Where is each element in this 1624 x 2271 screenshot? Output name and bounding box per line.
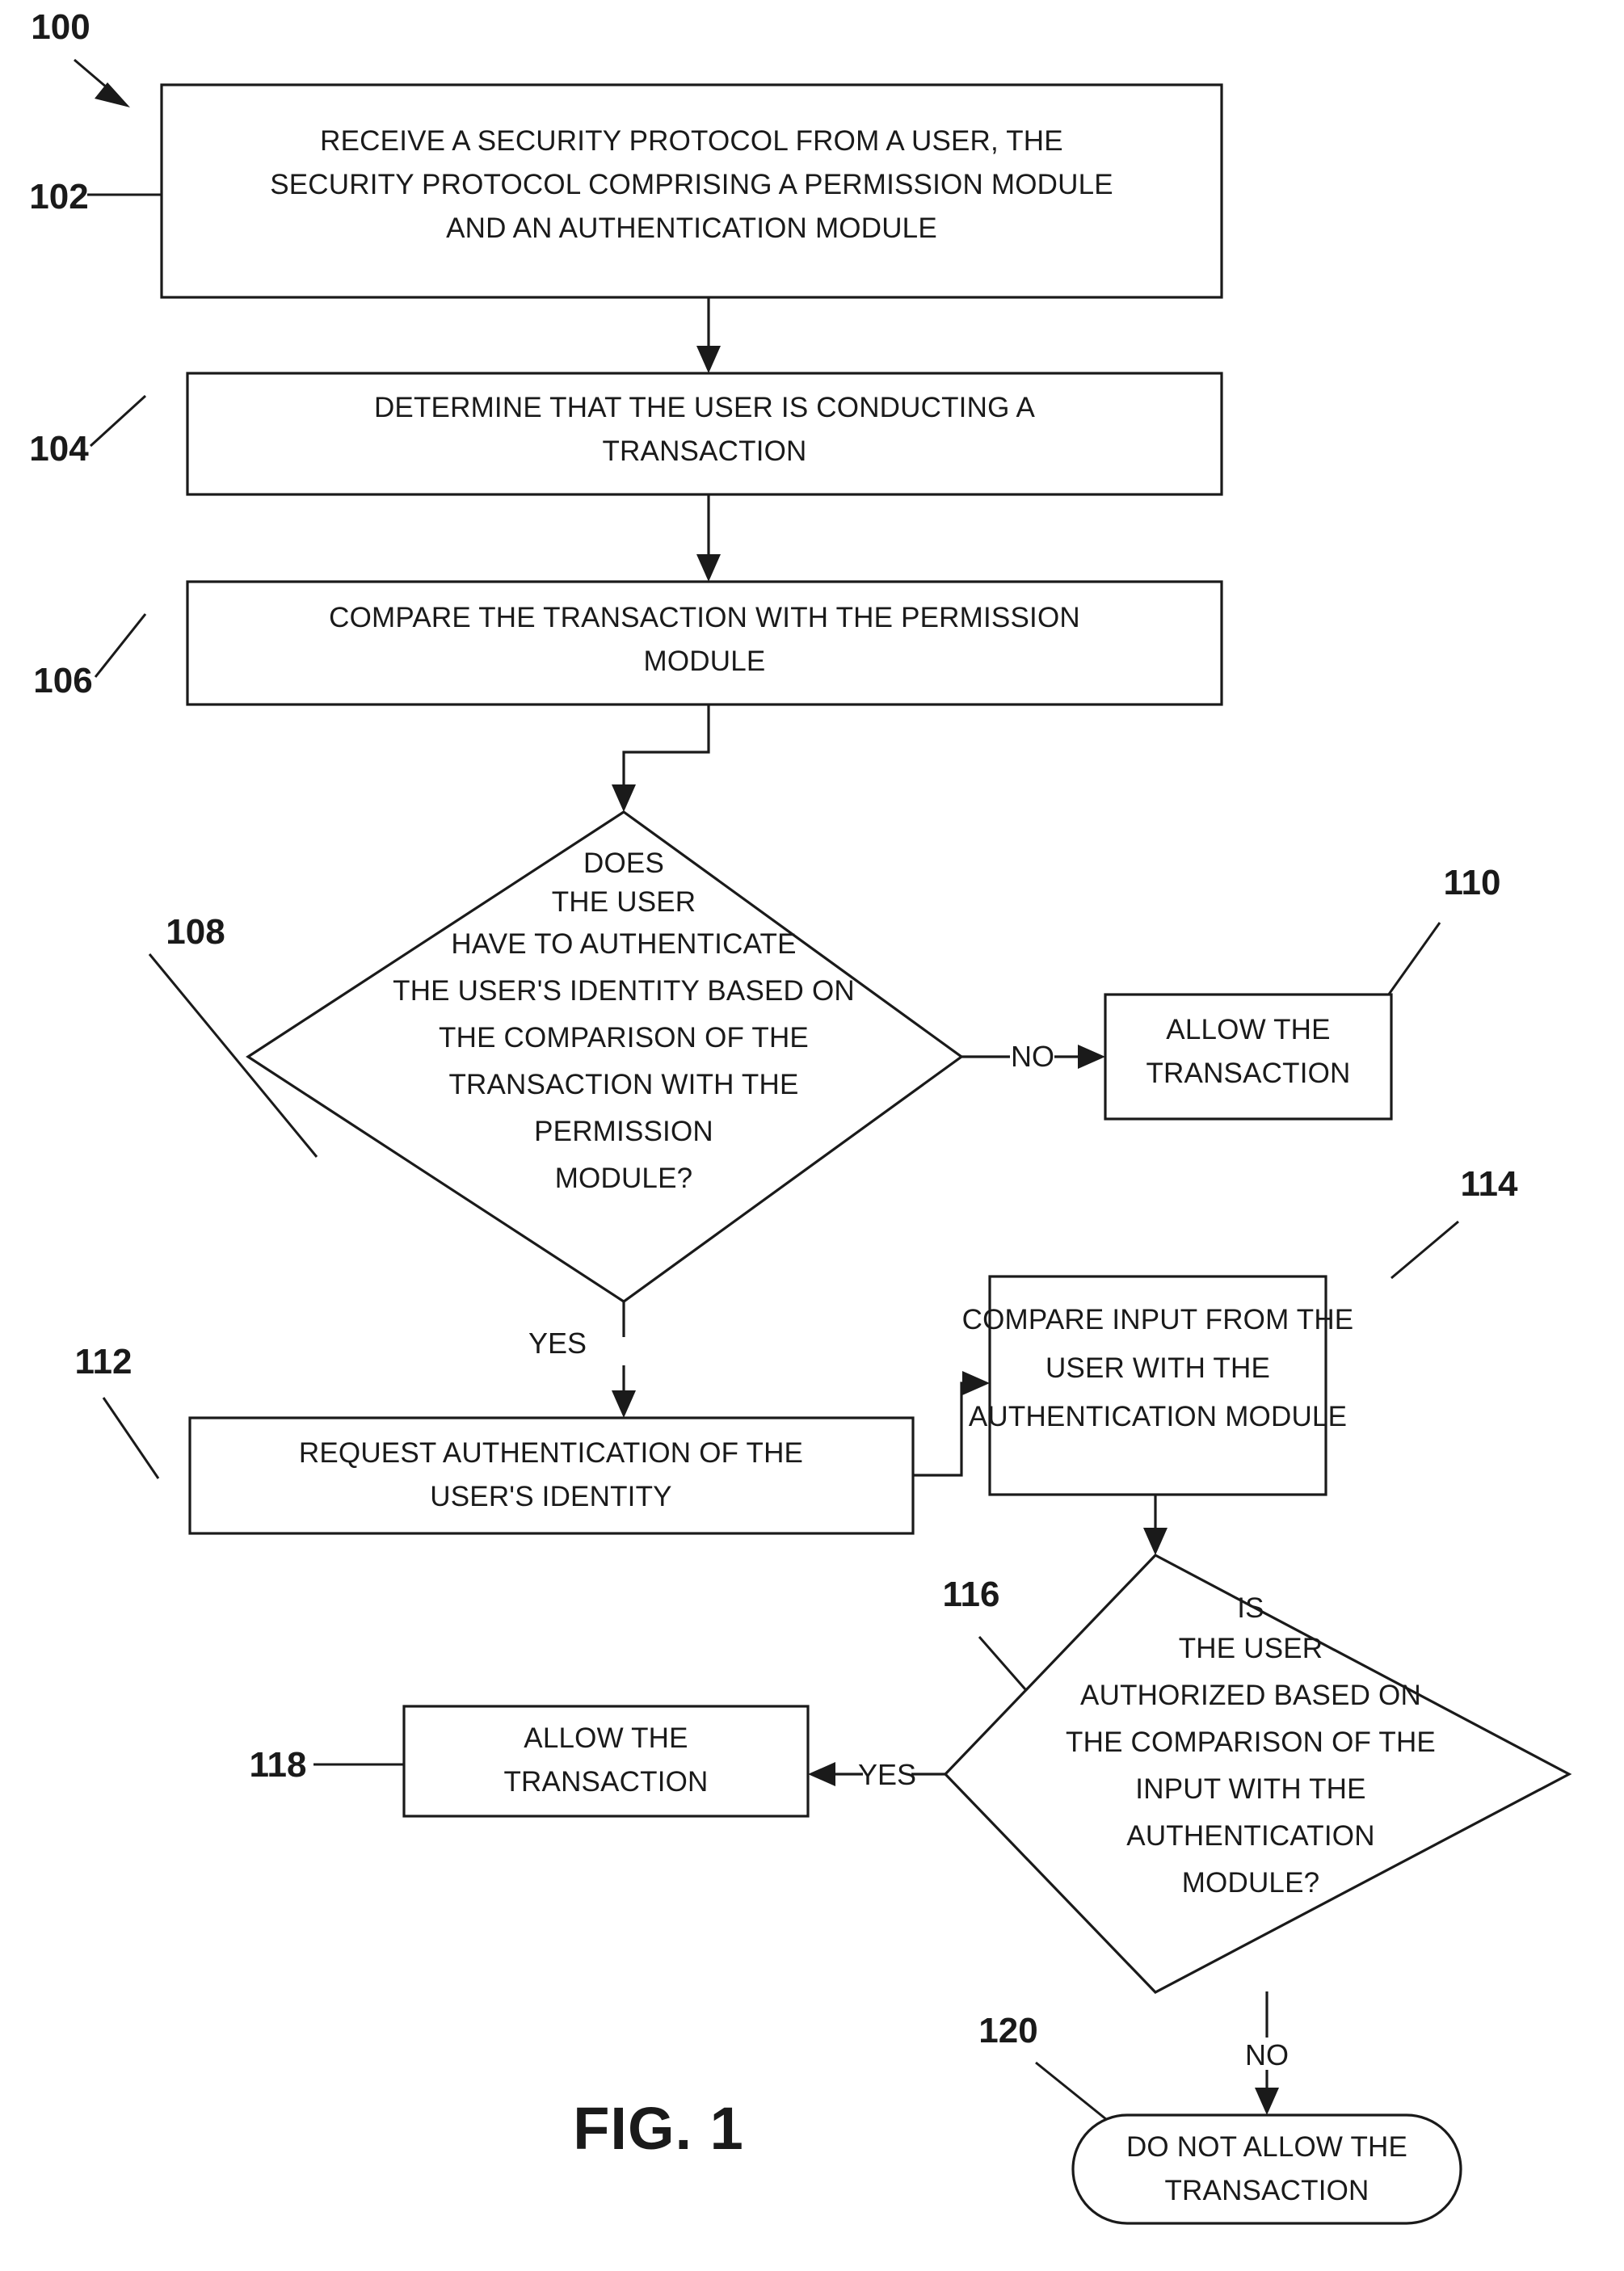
node-118-line-0: ALLOW THE [524, 1722, 688, 1754]
node-114[interactable]: COMPARE INPUT FROM THE USER WITH THE AUT… [962, 1275, 1354, 1496]
node-116-line-0: IS [1237, 1592, 1264, 1624]
node-112-line-1: USER'S IDENTITY [430, 1481, 671, 1512]
node-102-line-0: RECEIVE A SECURITY PROTOCOL FROM A USER,… [320, 125, 1063, 157]
leader-114 [1390, 1220, 1459, 1280]
node-110-line-1: TRANSACTION [1146, 1058, 1350, 1089]
ref-number-118: 118 [250, 1745, 307, 1785]
node-120-line-0: DO NOT ALLOW THE [1126, 2131, 1407, 2163]
node-108-line-1: THE USER [552, 886, 696, 918]
ref-number-120: 120 [978, 2011, 1037, 2050]
leader-112 [102, 1397, 160, 1479]
ref-number-112: 112 [75, 1342, 133, 1382]
leader-106 [94, 613, 147, 678]
ref-number-104: 104 [29, 429, 89, 469]
node-104[interactable]: DETERMINE THAT THE USER IS CONDUCTING A … [186, 372, 1223, 496]
node-116-line-3: THE COMPARISON OF THE [1066, 1726, 1436, 1758]
ref-number-106: 106 [33, 661, 92, 700]
node-116-line-6: MODULE? [1182, 1867, 1320, 1899]
leader-100 [74, 58, 130, 107]
node-110[interactable]: ALLOW THE TRANSACTION [1104, 993, 1393, 1121]
node-112[interactable]: REQUEST AUTHENTICATION OF THE USER'S IDE… [188, 1416, 915, 1535]
connector-102-to-104 [696, 297, 721, 373]
node-104-line-1: TRANSACTION [602, 435, 806, 467]
node-104-line-0: DETERMINE THAT THE USER IS CONDUCTING A [374, 392, 1036, 423]
node-106-line-0: COMPARE THE TRANSACTION WITH THE PERMISS… [329, 602, 1080, 633]
node-116-line-4: INPUT WITH THE [1135, 1773, 1365, 1805]
node-114-line-1: USER WITH THE [1046, 1352, 1270, 1384]
edge-label-no-116: NO [1245, 2038, 1289, 2071]
node-120[interactable]: DO NOT ALLOW THE TRANSACTION [1071, 2113, 1462, 2225]
node-102-line-1: SECURITY PROTOCOL COMPRISING A PERMISSIO… [270, 169, 1113, 200]
node-118[interactable]: ALLOW THE TRANSACTION [402, 1705, 810, 1818]
connector-106-to-108 [612, 704, 710, 812]
node-108-line-6: PERMISSION [534, 1116, 713, 1147]
connector-114-to-116 [1143, 1495, 1168, 1555]
node-116[interactable]: IS THE USER AUTHORIZED BASED ON THE COMP… [943, 1554, 1572, 1994]
ref-number-114: 114 [1461, 1164, 1519, 1204]
node-108-line-0: DOES [583, 847, 664, 879]
node-120-line-1: TRANSACTION [1164, 2175, 1369, 2206]
node-108-line-7: MODULE? [555, 1163, 693, 1194]
node-102-line-2: AND AN AUTHENTICATION MODULE [446, 212, 937, 244]
node-116-line-1: THE USER [1179, 1633, 1323, 1664]
ref-number-110: 110 [1444, 863, 1501, 902]
connector-108-yes-to-112 [612, 1301, 636, 1418]
figure-caption: FIG. 1 [573, 2095, 744, 2162]
patent-figure: RECEIVE A SECURITY PROTOCOL FROM A USER,… [0, 0, 1624, 2271]
edge-label-yes-108: YES [528, 1327, 587, 1360]
leader-110 [1386, 922, 1441, 996]
node-118-line-1: TRANSACTION [503, 1766, 708, 1798]
node-102[interactable]: RECEIVE A SECURITY PROTOCOL FROM A USER,… [160, 83, 1223, 299]
ref-number-116: 116 [943, 1575, 1000, 1614]
node-116-line-5: AUTHENTICATION [1126, 1820, 1374, 1852]
node-116-line-2: AUTHORIZED BASED ON [1080, 1680, 1421, 1711]
ref-number-102: 102 [29, 177, 88, 217]
node-108-line-3: THE USER'S IDENTITY BASED ON [393, 975, 855, 1007]
node-114-line-2: AUTHENTICATION MODULE [969, 1401, 1347, 1432]
node-106-line-1: MODULE [644, 646, 766, 677]
edge-label-no-108: NO [1011, 1040, 1054, 1073]
node-108-line-2: HAVE TO AUTHENTICATE [451, 928, 796, 960]
node-106[interactable]: COMPARE THE TRANSACTION WITH THE PERMISS… [186, 580, 1223, 706]
node-108[interactable]: DOES THE USER HAVE TO AUTHENTICATE THE U… [246, 810, 964, 1303]
edge-label-yes-116: YES [858, 1758, 916, 1791]
flowchart-canvas: RECEIVE A SECURITY PROTOCOL FROM A USER,… [29, 7, 1572, 2225]
node-108-line-5: TRANSACTION WITH THE [448, 1069, 798, 1100]
node-110-line-0: ALLOW THE [1166, 1014, 1330, 1045]
node-108-line-4: THE COMPARISON OF THE [439, 1022, 809, 1053]
ref-number-100: 100 [31, 7, 90, 47]
node-114-line-0: COMPARE INPUT FROM THE [962, 1304, 1354, 1335]
ref-number-108: 108 [166, 912, 225, 952]
connector-104-to-106 [696, 494, 721, 582]
node-112-line-0: REQUEST AUTHENTICATION OF THE [299, 1437, 803, 1469]
leader-104 [89, 394, 147, 448]
